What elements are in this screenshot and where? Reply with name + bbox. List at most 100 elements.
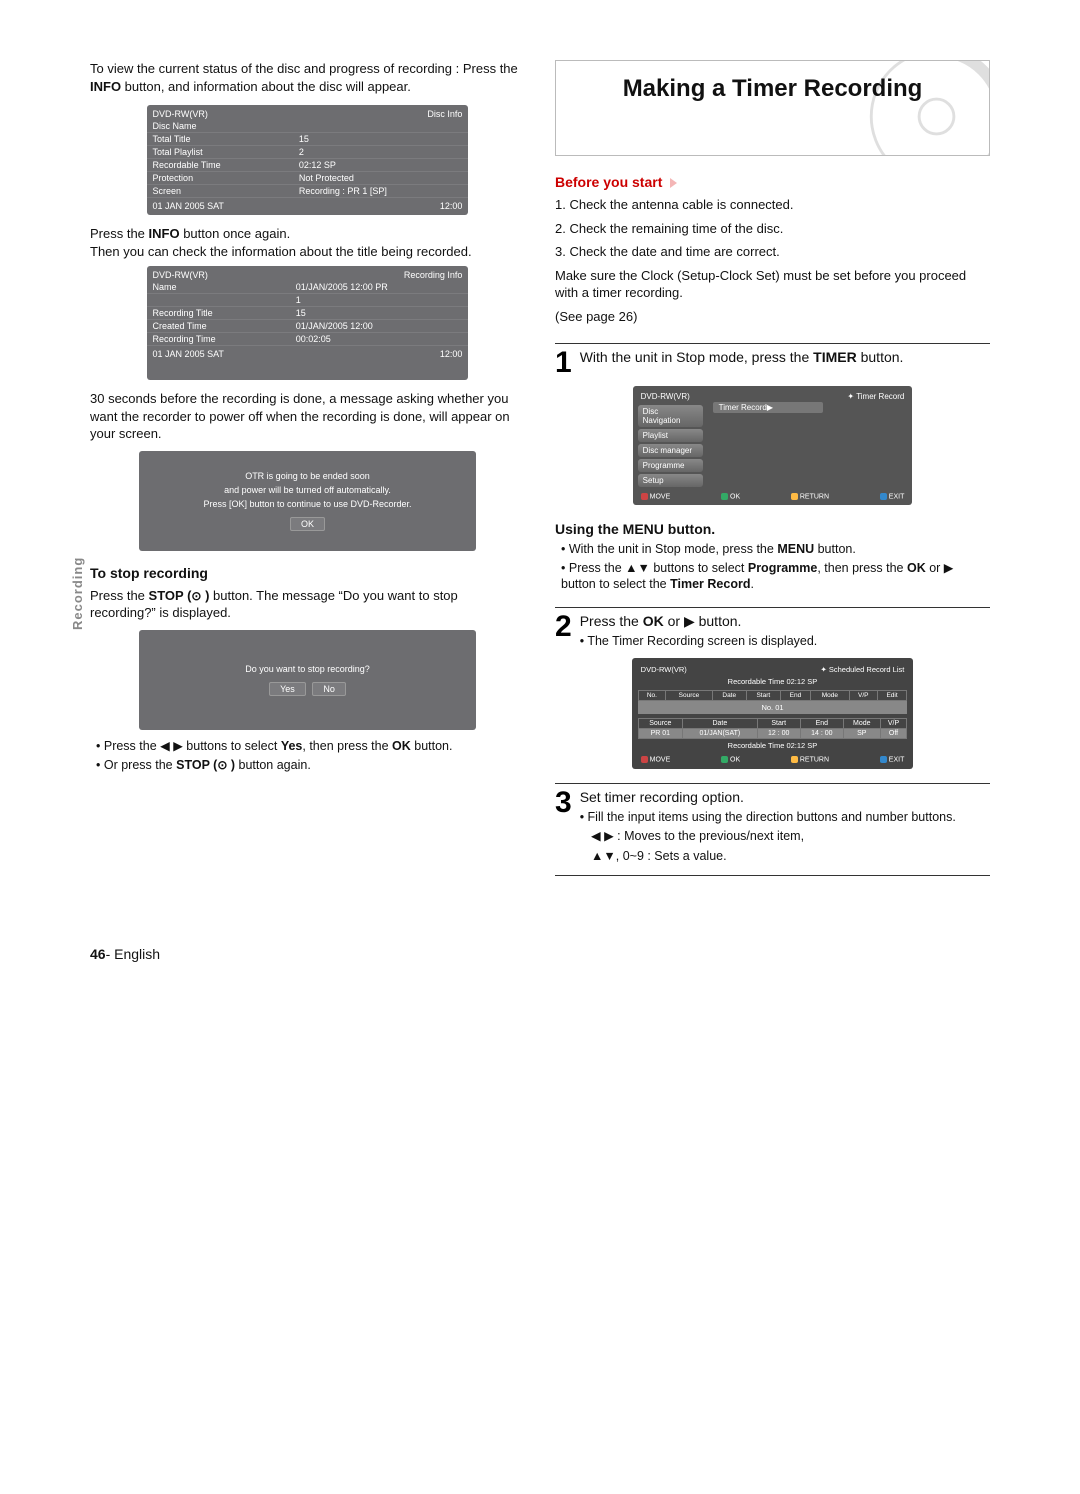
page-number: 46 — [90, 946, 106, 962]
before-you-start-header: Before you start — [555, 174, 990, 190]
check-2: 2. Check the remaining time of the disc. — [555, 220, 990, 238]
txt-bold: Timer Record — [670, 577, 750, 591]
hcell: Mode — [810, 691, 849, 701]
check-4: Make sure the Clock (Setup-Clock Set) mu… — [555, 267, 990, 302]
txt: button. — [411, 739, 453, 753]
txt-bold: INFO — [149, 226, 180, 241]
foot-move: MOVE — [641, 756, 671, 763]
osd-recording-info: DVD-RW(VR)Recording Info Name01/JAN/2005… — [147, 266, 469, 380]
cell: Recording Time — [147, 333, 290, 346]
hcell: End — [780, 691, 810, 701]
txt-bold: STOP ( — [176, 758, 217, 772]
cell: 2 — [293, 146, 469, 159]
txt: Press [OK] button to continue to use DVD… — [147, 499, 469, 509]
osd-header-r: Timer Record — [856, 392, 904, 401]
cell: Total Title — [147, 133, 293, 146]
txt: Press the ◀ ▶ buttons to select — [104, 739, 281, 753]
cell: 14 : 00 — [800, 729, 843, 739]
menu-bullet-1: With the unit in Stop mode, press the ME… — [561, 541, 990, 558]
cell: 15 — [290, 307, 469, 320]
txt: or ▶ button. — [664, 613, 742, 629]
txt-bold: Programme — [748, 561, 817, 575]
txt: button. — [814, 542, 856, 556]
osd-footer-l: 01 JAN 2005 SAT — [147, 198, 293, 213]
osd-header-l: DVD-RW(VR) — [147, 108, 293, 120]
txt: The Timer Recording screen is displayed. — [587, 634, 817, 648]
cell: Recording : PR 1 [SP] — [293, 185, 469, 198]
foot-exit: EXIT — [880, 756, 905, 763]
thirty-sec-text: 30 seconds before the recording is done,… — [90, 390, 525, 443]
cell: 1 — [290, 294, 469, 307]
txt: , then press the — [302, 739, 392, 753]
recordable-time: Recordable Time 02:12 SP — [638, 741, 908, 750]
stop-icon — [191, 588, 201, 603]
txt: . — [750, 577, 753, 591]
cell: Not Protected — [293, 172, 469, 185]
hcell: No. — [638, 691, 666, 701]
cell: SP — [843, 729, 880, 739]
foot-ok: OK — [721, 493, 740, 500]
stop-recording-text: Press the STOP ( ) button. The message “… — [90, 587, 525, 622]
step-number: 3 — [555, 788, 572, 826]
hcell: Start — [757, 719, 800, 729]
cell: 01/JAN/2005 12:00 PR — [290, 281, 469, 294]
title-box: Making a Timer Recording — [555, 60, 990, 156]
hcell: Mode — [843, 719, 880, 729]
cell: Recordable Time — [147, 159, 293, 172]
yes-button: Yes — [269, 682, 306, 696]
txt: Press the — [90, 588, 149, 603]
osd-header-r: Disc Info — [293, 108, 469, 120]
cell: Protection — [147, 172, 293, 185]
txt-bold: TIMER — [813, 349, 857, 365]
side-tab: Recording — [70, 557, 85, 630]
osd-footer-l: 01 JAN 2005 SAT — [147, 346, 290, 361]
txt: Or press the — [104, 758, 176, 772]
stop-recording-header: To stop recording — [90, 565, 525, 581]
step-number: 1 — [555, 348, 572, 378]
osd-header-l: DVD-RW(VR) — [641, 665, 687, 674]
hcell: Date — [683, 719, 758, 729]
menu-item: Playlist — [638, 429, 703, 442]
step-2: 2 Press the OK or ▶ button. • The Timer … — [555, 607, 990, 650]
txt: button again. — [235, 758, 311, 772]
cell: Screen — [147, 185, 293, 198]
txt: , then press the — [817, 561, 907, 575]
using-menu-header: Using the MENU button. — [555, 521, 990, 537]
bullet-stop-again: Or press the STOP ( ) button again. — [96, 757, 525, 774]
txt: Press the ▲▼ buttons to select — [569, 561, 748, 575]
hcell: Date — [712, 691, 746, 701]
cell: PR 01 — [638, 729, 682, 739]
osd-disc-info: DVD-RW(VR)Disc Info Disc Name Total Titl… — [147, 105, 469, 215]
step3-line1: ◀ ▶ : Moves to the previous/next item, — [591, 828, 990, 846]
txt: Set timer recording option. — [580, 789, 744, 805]
txt: button, and information about the disc w… — [121, 79, 411, 94]
cell: Off — [880, 729, 907, 739]
txt: Press the — [90, 226, 149, 241]
txt-bold: ) — [227, 758, 235, 772]
page-footer: 46- English — [90, 946, 990, 962]
menu-item: Programme — [638, 459, 703, 472]
osd-header-l: DVD-RW(VR) — [147, 269, 290, 281]
check-3: 3. Check the date and time are correct. — [555, 243, 990, 261]
cell: Total Playlist — [147, 146, 293, 159]
bullet-yes: Press the ◀ ▶ buttons to select Yes, the… — [96, 738, 525, 755]
step-number: 2 — [555, 612, 572, 650]
step-1: 1 With the unit in Stop mode, press the … — [555, 343, 990, 378]
right-column: Making a Timer Recording Before you star… — [555, 60, 990, 886]
foot-return: RETURN — [791, 493, 829, 500]
osd-header-r: Recording Info — [290, 269, 469, 281]
txt: Fill the input items using the direction… — [588, 810, 956, 824]
txt-bold: OK — [392, 739, 411, 753]
txt-bold: OK — [907, 561, 926, 575]
txt-bold: MENU — [777, 542, 814, 556]
highlight-row: No. 01 — [638, 701, 908, 714]
hcell: End — [800, 719, 843, 729]
cell: Disc Name — [147, 120, 293, 133]
no-button: No — [312, 682, 346, 696]
cell: 00:02:05 — [290, 333, 469, 346]
disc-icon — [864, 60, 990, 156]
menu-item: Setup — [638, 474, 703, 487]
check-1: 1. Check the antenna cable is connected. — [555, 196, 990, 214]
hcell: V/P — [880, 719, 907, 729]
step3-line2: ▲▼, 0~9 : Sets a value. — [591, 848, 990, 866]
